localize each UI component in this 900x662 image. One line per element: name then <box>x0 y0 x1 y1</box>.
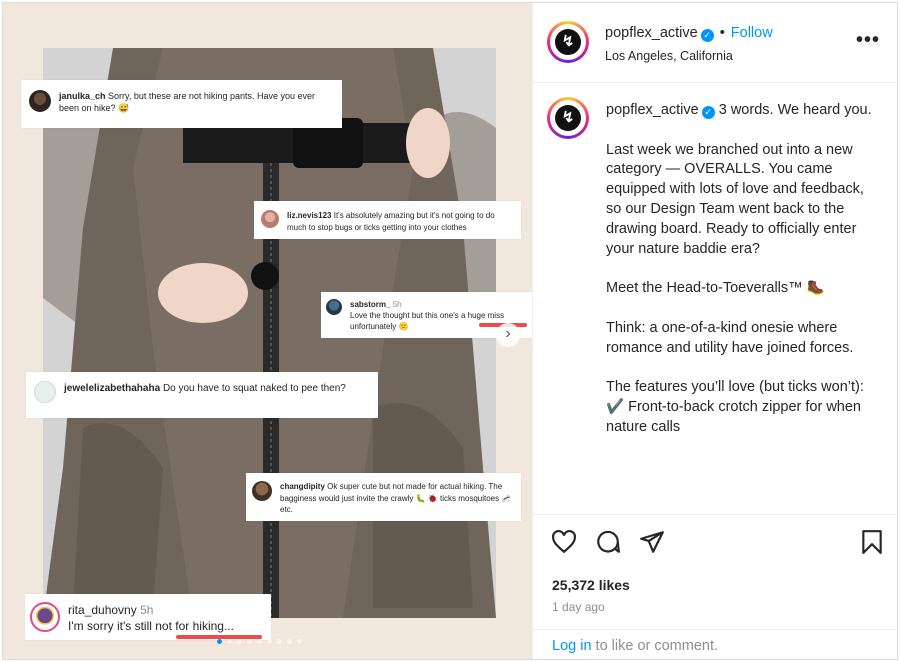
header-line: popflex_active ✓ • Follow <box>605 25 773 42</box>
comment-username: janulka_ch <box>59 91 106 101</box>
comment-username: liz.nevis123 <box>287 211 332 220</box>
caption-paragraph: Last week we branched out into a new cat… <box>606 141 864 257</box>
comment-text: Do you have to squat naked to pee then? <box>162 383 346 394</box>
avatar <box>29 90 51 112</box>
verified-check-icon: ✓ <box>701 106 715 119</box>
likes-count[interactable]: 25,372 likes <box>552 577 630 593</box>
post-dialog: janulka_ch Sorry, but these are not hiki… <box>2 2 898 660</box>
avatar <box>252 481 272 501</box>
verified-check-icon: ✓ <box>700 29 714 42</box>
comment-username: changdipity <box>280 482 325 491</box>
location-link[interactable]: Los Angeles, California <box>605 49 733 63</box>
carousel-dot[interactable] <box>277 639 282 644</box>
avatar <box>34 381 56 403</box>
brand-logo-icon: ↯ <box>555 105 581 131</box>
comment-card: rita_duhovny 5h I'm sorry it's still not … <box>25 594 271 640</box>
post-media[interactable]: janulka_ch Sorry, but these are not hiki… <box>3 3 532 659</box>
comment-time: 5h <box>392 300 402 309</box>
post-header: ↯ popflex_active ✓ • Follow Los Angeles, Ca… <box>533 3 897 83</box>
comment-username: jewelelizabethahaha <box>64 383 161 394</box>
comment-username: sabstorm_ <box>350 300 391 309</box>
share-icon[interactable] <box>639 529 665 560</box>
more-horizontal-icon[interactable]: ••• <box>856 29 880 52</box>
heart-icon[interactable] <box>551 529 577 560</box>
actions-bar: 25,372 likes 1 day ago <box>533 514 897 629</box>
comment-card: janulka_ch Sorry, but these are not hiki… <box>21 80 342 128</box>
caption-paragraph: Meet the Head-to-Toeveralls™ 🥾 <box>606 280 825 297</box>
carousel-dot[interactable] <box>257 639 262 644</box>
comment-time: 5h <box>140 603 154 617</box>
login-link[interactable]: Log in <box>552 638 592 654</box>
caption-text: popflex_active ✓ 3 words. We heard you. L… <box>606 101 881 457</box>
carousel-dot[interactable] <box>237 639 242 644</box>
caption-paragraph: ✔️ Front-to-back crotch zipper for when … <box>606 398 861 435</box>
carousel-dot[interactable] <box>227 639 232 644</box>
carousel-dot[interactable] <box>297 639 302 644</box>
comment-card: jewelelizabethahaha Do you have to squat… <box>26 372 378 418</box>
caption-section: ↯ popflex_active ✓ 3 words. We heard you.… <box>533 83 897 514</box>
profile-avatar[interactable]: ↯ <box>547 21 589 63</box>
login-prompt: Log in to like or comment. <box>533 629 897 659</box>
comment-text: I'm sorry it's still not for hiking... <box>68 619 234 633</box>
avatar <box>326 299 342 315</box>
brand-logo-icon: ↯ <box>555 29 581 55</box>
caption-avatar[interactable]: ↯ <box>547 97 589 139</box>
carousel-dot[interactable] <box>247 639 252 644</box>
username-link[interactable]: popflex_active <box>605 25 698 41</box>
post-sidebar: ↯ popflex_active ✓ • Follow Los Angeles, Ca… <box>532 3 897 659</box>
caption-paragraph: Think: a one-of-a-kind onesie where roma… <box>606 319 854 356</box>
avatar <box>30 602 60 632</box>
comment-icon[interactable] <box>595 529 621 560</box>
caption-first-line: 3 words. We heard you. <box>718 102 872 118</box>
carousel-dots <box>217 639 302 644</box>
carousel-dot[interactable] <box>217 639 222 644</box>
comment-username: rita_duhovny <box>68 603 137 617</box>
action-icons <box>551 529 886 559</box>
separator: • <box>719 25 725 41</box>
comment-text: Love the thought but this one's a huge m… <box>350 311 505 331</box>
follow-button[interactable]: Follow <box>731 25 773 41</box>
chevron-right-icon[interactable]: › <box>496 323 520 347</box>
caption-paragraph: The features you’ll love (but ticks won’… <box>606 379 864 396</box>
comment-card: liz.nevis123 It's absolutely amazing but… <box>254 201 521 239</box>
carousel-dot[interactable] <box>267 639 272 644</box>
carousel-dot[interactable] <box>287 639 292 644</box>
comment-card: changdipity Ok super cute but not made f… <box>246 473 521 521</box>
avatar <box>261 210 279 228</box>
bookmark-icon[interactable] <box>860 529 884 560</box>
caption-username[interactable]: popflex_active <box>606 102 699 118</box>
post-timestamp[interactable]: 1 day ago <box>552 600 605 614</box>
login-prompt-text: to like or comment. <box>591 638 719 654</box>
